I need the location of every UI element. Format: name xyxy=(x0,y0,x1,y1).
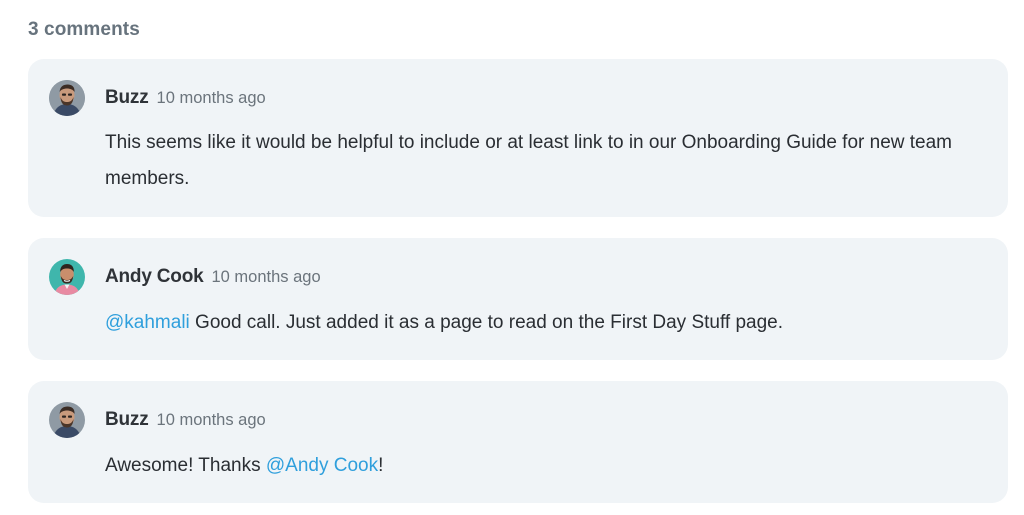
comment-meta: Andy Cook 10 months ago xyxy=(105,266,321,289)
comment-text: Awesome! Thanks xyxy=(105,455,266,476)
comment-text: ! xyxy=(378,455,384,476)
mention-link[interactable]: @Andy Cook xyxy=(266,455,378,476)
avatar[interactable] xyxy=(49,402,85,438)
comment-card: Andy Cook 10 months ago @kahmali Good cal… xyxy=(28,238,1008,360)
avatar[interactable] xyxy=(49,259,85,295)
comment-timestamp[interactable]: 10 months ago xyxy=(157,411,266,429)
comment-timestamp[interactable]: 10 months ago xyxy=(211,268,320,286)
comment-body: Awesome! Thanks @Andy Cook! xyxy=(105,448,965,484)
comment-meta: Buzz 10 months ago xyxy=(105,87,266,110)
comment-card: Buzz 10 months ago This seems like it wou… xyxy=(28,59,1008,217)
comment-author[interactable]: Buzz xyxy=(105,87,149,108)
avatar[interactable] xyxy=(49,80,85,116)
comments-section: 3 comments Buzz 10 months ago This seems … xyxy=(0,0,1024,515)
comment-author[interactable]: Buzz xyxy=(105,409,149,430)
comment-card: Buzz 10 months ago Awesome! Thanks @Andy … xyxy=(28,381,1008,503)
comment-body: This seems like it would be helpful to i… xyxy=(105,132,953,189)
comments-count-heading: 3 comments xyxy=(28,19,140,40)
comment-timestamp[interactable]: 10 months ago xyxy=(157,89,266,107)
mention-link[interactable]: @kahmali xyxy=(105,312,190,333)
comment-text: Good call. Just added it as a page to re… xyxy=(189,312,783,333)
comment-body: @kahmali Good call. Just added it as a p… xyxy=(105,305,965,341)
comment-meta: Buzz 10 months ago xyxy=(105,409,266,432)
comment-author[interactable]: Andy Cook xyxy=(105,266,204,287)
